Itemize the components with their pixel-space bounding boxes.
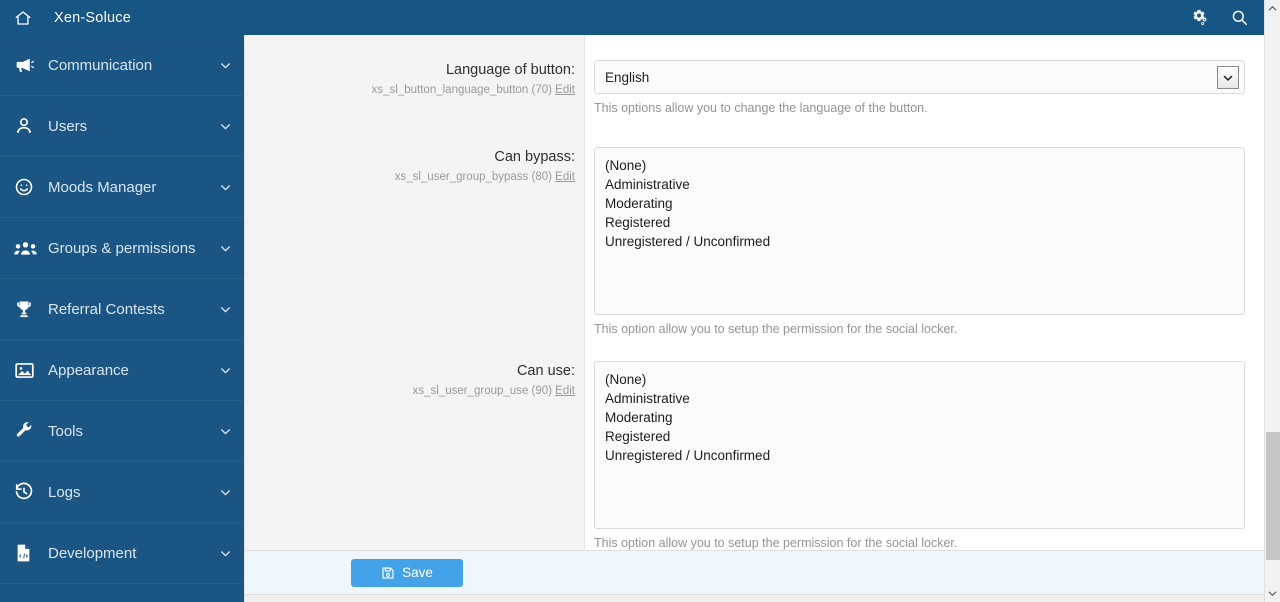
list-item[interactable]: (None) xyxy=(595,370,1244,389)
edit-link[interactable]: Edit xyxy=(555,171,575,183)
admin-page: Xen-Soluce Communication Users Moods Man… xyxy=(0,0,1280,602)
can-bypass-listbox[interactable]: (None) Administrative Moderating Registe… xyxy=(594,147,1245,315)
trophy-icon xyxy=(14,298,40,320)
edit-link[interactable]: Edit xyxy=(555,84,575,96)
sidebar-item-label: Development xyxy=(48,544,137,562)
chevron-down-icon[interactable] xyxy=(218,119,232,133)
sidebar-item-appearance[interactable]: Appearance xyxy=(0,340,244,401)
list-item[interactable]: (None) xyxy=(595,156,1244,175)
sidebar-item-label: Moods Manager xyxy=(48,178,157,196)
chevron-down-icon[interactable] xyxy=(1265,585,1280,602)
option-key-line: xs_sl_button_language_button (70) Edit xyxy=(245,81,575,99)
row-label-block: Language of button: xs_sl_button_languag… xyxy=(245,60,585,116)
field-hint: This option allow you to setup the permi… xyxy=(594,322,958,336)
edit-link[interactable]: Edit xyxy=(555,385,575,397)
wrench-icon xyxy=(14,420,40,442)
row-field-block: English This options allow you to change… xyxy=(585,60,1264,116)
form-row-can-bypass: Can bypass: xs_sl_user_group_bypass (80)… xyxy=(245,147,1264,337)
list-item[interactable]: Registered xyxy=(595,213,1244,232)
sidebar-item-groups-permissions[interactable]: Groups & permissions xyxy=(0,218,244,279)
field-label: Language of button: xyxy=(445,62,575,78)
sidebar: Communication Users Moods Manager Groups… xyxy=(0,35,244,602)
language-select-value: English xyxy=(605,69,650,85)
field-label: Can use: xyxy=(516,363,575,379)
footer-strip xyxy=(244,595,1264,602)
chevron-down-icon[interactable] xyxy=(1217,66,1239,89)
megaphone-icon xyxy=(14,54,40,76)
user-icon xyxy=(14,115,40,137)
list-item[interactable]: Unregistered / Unconfirmed xyxy=(595,446,1244,465)
search-icon[interactable] xyxy=(1228,7,1250,29)
sidebar-item-referral-contests[interactable]: Referral Contests xyxy=(0,279,244,340)
sidebar-item-label: Users xyxy=(48,117,88,135)
file-code-icon xyxy=(14,542,40,564)
field-hint: This option allow you to setup the permi… xyxy=(594,536,958,550)
top-bar: Xen-Soluce xyxy=(0,0,1264,35)
form-action-bar: Save xyxy=(244,550,1264,595)
option-key-line: xs_sl_user_group_use (90) Edit xyxy=(245,382,575,400)
users-group-icon xyxy=(14,237,40,259)
form-row-can-use: Can use: xs_sl_user_group_use (90) Edit … xyxy=(245,361,1264,550)
list-item[interactable]: Unregistered / Unconfirmed xyxy=(595,232,1244,251)
field-label: Can bypass: xyxy=(494,149,575,165)
chevron-down-icon[interactable] xyxy=(218,424,232,438)
option-key-line: xs_sl_user_group_bypass (80) Edit xyxy=(245,168,575,186)
floppy-disk-icon xyxy=(381,566,395,580)
option-key: xs_sl_user_group_bypass (80) xyxy=(394,171,552,183)
row-field-block: (None) Administrative Moderating Registe… xyxy=(585,147,1264,337)
sidebar-item-label: Logs xyxy=(48,483,81,501)
chevron-up-icon[interactable] xyxy=(1265,0,1280,17)
list-item[interactable]: Moderating xyxy=(595,408,1244,427)
chevron-down-icon[interactable] xyxy=(218,58,232,72)
sidebar-item-moods-manager[interactable]: Moods Manager xyxy=(0,157,244,218)
home-icon[interactable] xyxy=(14,9,32,27)
sidebar-item-label: Appearance xyxy=(48,361,129,379)
chevron-down-icon[interactable] xyxy=(218,485,232,499)
form-row-language-of-button: Language of button: xs_sl_button_languag… xyxy=(245,60,1264,116)
smiley-icon xyxy=(14,176,40,198)
sidebar-item-communication[interactable]: Communication xyxy=(0,35,244,96)
language-select[interactable]: English xyxy=(594,60,1245,94)
row-label-block: Can bypass: xs_sl_user_group_bypass (80)… xyxy=(245,147,585,337)
sidebar-item-logs[interactable]: Logs xyxy=(0,462,244,523)
row-field-block: (None) Administrative Moderating Registe… xyxy=(585,361,1264,550)
list-item[interactable]: Administrative xyxy=(595,175,1244,194)
image-icon xyxy=(14,359,40,381)
page-scrollbar[interactable] xyxy=(1264,0,1280,602)
sidebar-item-label: Groups & permissions xyxy=(48,239,196,257)
list-item[interactable]: Registered xyxy=(595,427,1244,446)
chevron-down-icon[interactable] xyxy=(218,241,232,255)
chevron-down-icon[interactable] xyxy=(218,363,232,377)
sidebar-item-label: Communication xyxy=(48,56,153,74)
history-icon xyxy=(14,481,40,503)
chevron-down-icon[interactable] xyxy=(218,302,232,316)
list-item[interactable]: Moderating xyxy=(595,194,1244,213)
list-item[interactable]: Administrative xyxy=(595,389,1244,408)
gears-icon[interactable] xyxy=(1188,7,1210,29)
row-label-block: Can use: xs_sl_user_group_use (90) Edit xyxy=(245,361,585,550)
sidebar-item-development[interactable]: Development xyxy=(0,523,244,584)
chevron-down-icon[interactable] xyxy=(218,180,232,194)
app-title: Xen-Soluce xyxy=(54,9,131,26)
scrollbar-thumb[interactable] xyxy=(1266,432,1280,560)
field-hint: This options allow you to change the lan… xyxy=(594,101,928,115)
option-key: xs_sl_user_group_use (90) xyxy=(412,385,552,397)
sidebar-item-label: Referral Contests xyxy=(48,300,165,318)
option-key: xs_sl_button_language_button (70) xyxy=(371,84,552,96)
save-button[interactable]: Save xyxy=(351,558,463,587)
can-use-listbox[interactable]: (None) Administrative Moderating Registe… xyxy=(594,361,1245,529)
save-button-label: Save xyxy=(402,565,433,580)
sidebar-item-label: Tools xyxy=(48,422,84,440)
chevron-down-icon[interactable] xyxy=(218,546,232,560)
options-form: Language of button: xs_sl_button_languag… xyxy=(244,35,1264,550)
sidebar-item-tools[interactable]: Tools xyxy=(0,401,244,462)
main-content: Language of button: xs_sl_button_languag… xyxy=(244,35,1264,602)
sidebar-item-users[interactable]: Users xyxy=(0,96,244,157)
